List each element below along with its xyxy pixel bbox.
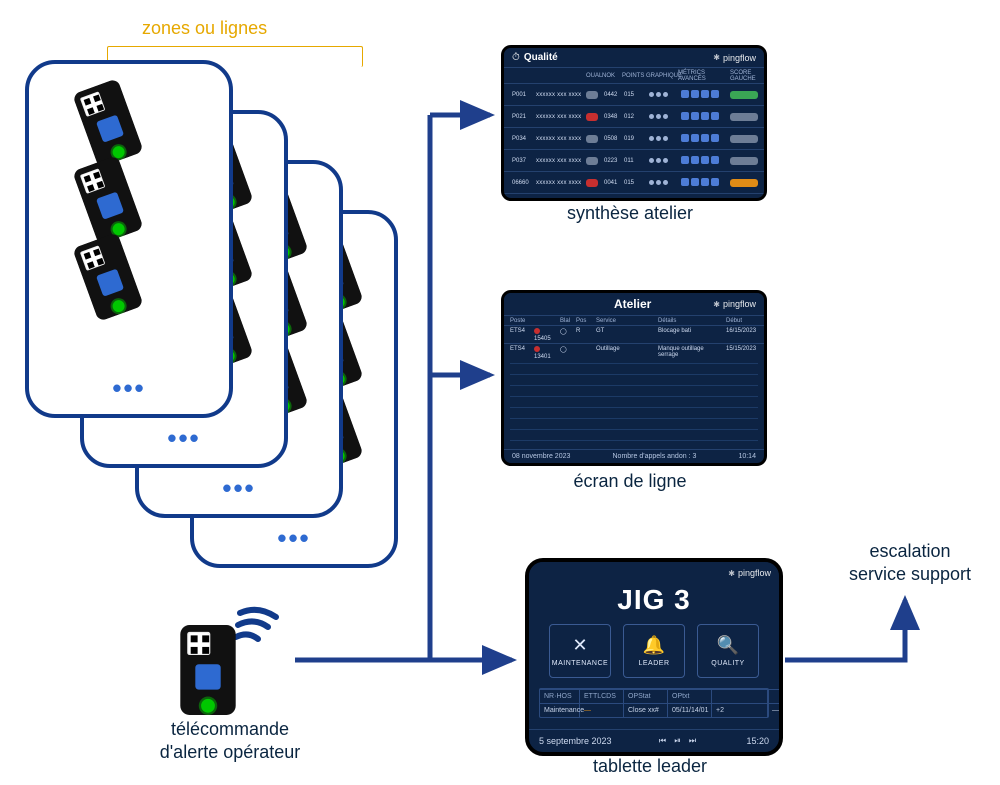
- label-escalation: escalationservice support: [830, 540, 990, 585]
- table-row: 54481xxxxxx xxx xxxx0041015: [504, 193, 764, 201]
- screen-title: Atelier: [614, 297, 651, 311]
- label-ecran: écran de ligne: [500, 470, 760, 493]
- table-header: OUAL NOK POINTS Graphique Métrics avancé…: [504, 68, 764, 83]
- card-more-icon: •••: [29, 373, 229, 404]
- andon-remote-icon: [72, 232, 144, 322]
- andon-remote-icon: [72, 155, 144, 245]
- screen-footer: 08 novembre 2023 Nombre d'appels andon :…: [504, 449, 764, 463]
- tablet-footer: 5 septembre 2023 ⏮ ⏯ ⏭ 15:20: [529, 729, 779, 752]
- brand-logo: pingflow: [728, 568, 771, 578]
- andon-remote-icon: [180, 625, 236, 720]
- table-row: ETS4 15405◯RGTBlocage bati16/15/2023: [504, 325, 764, 343]
- label-remote: télécommanded'alerte opérateur: [120, 718, 340, 763]
- search-icon: 🔍: [717, 635, 739, 656]
- zone-card-front: •••: [25, 60, 233, 418]
- card-more-icon: •••: [194, 523, 394, 554]
- table-row: P021xxxxxx xxx xxxx0348012: [504, 105, 764, 127]
- screen-title: Qualité: [524, 52, 558, 63]
- wifi-icon: [236, 610, 276, 639]
- table-row: ETS4 13401◯OutillageManque outillage ser…: [504, 343, 764, 361]
- table-row: P037xxxxxx xxx xxxx0223011: [504, 149, 764, 171]
- table-header: Poste Blal Pos Service Détails Début: [504, 316, 764, 325]
- tile-leader[interactable]: 🔔 LEADER: [623, 624, 685, 678]
- bell-icon: 🔔: [643, 635, 665, 656]
- card-more-icon: •••: [84, 423, 284, 454]
- tools-icon: ✕: [572, 635, 587, 656]
- tile-row: ✕ MAINTENANCE 🔔 LEADER 🔍 QUALITY: [529, 624, 779, 678]
- table-row: 06660xxxxxx xxx xxxx0041015: [504, 171, 764, 193]
- empty-rows: [510, 363, 758, 451]
- zone-card-stack: ••• ••• ••• •••: [20, 60, 390, 520]
- tablet-title: JIG 3: [529, 584, 779, 616]
- tile-quality[interactable]: 🔍 QUALITY: [697, 624, 759, 678]
- screen-tablette: pingflow JIG 3 ✕ MAINTENANCE 🔔 LEADER 🔍 …: [525, 558, 783, 756]
- label-tablette: tablette leader: [525, 755, 775, 778]
- tile-maintenance[interactable]: ✕ MAINTENANCE: [549, 624, 611, 678]
- andon-remote-icon: [72, 78, 144, 168]
- gauge-icon: ⏱: [512, 52, 520, 63]
- remote-device: [180, 595, 290, 710]
- table-row: P034xxxxxx xxx xxxx0508019: [504, 127, 764, 149]
- table-row: P001xxxxxx xxx xxxx0442015: [504, 83, 764, 105]
- screen-synthese: ⏱ Qualité pingflow OUAL NOK POINTS Graph…: [501, 45, 767, 201]
- tablet-table: NR·HOS ETTLCDS OPStat OPtxt Maintenance …: [539, 688, 769, 718]
- screen-ligne: Atelier pingflow Poste Blal Pos Service …: [501, 290, 767, 466]
- brand-logo: pingflow: [713, 299, 756, 309]
- annotation-zones: zones ou lignes: [142, 18, 267, 39]
- play-controls-icon: ⏮ ⏯ ⏭: [659, 736, 699, 746]
- card-more-icon: •••: [139, 473, 339, 504]
- label-synthese: synthèse atelier: [500, 202, 760, 225]
- brand-logo: pingflow: [713, 53, 756, 63]
